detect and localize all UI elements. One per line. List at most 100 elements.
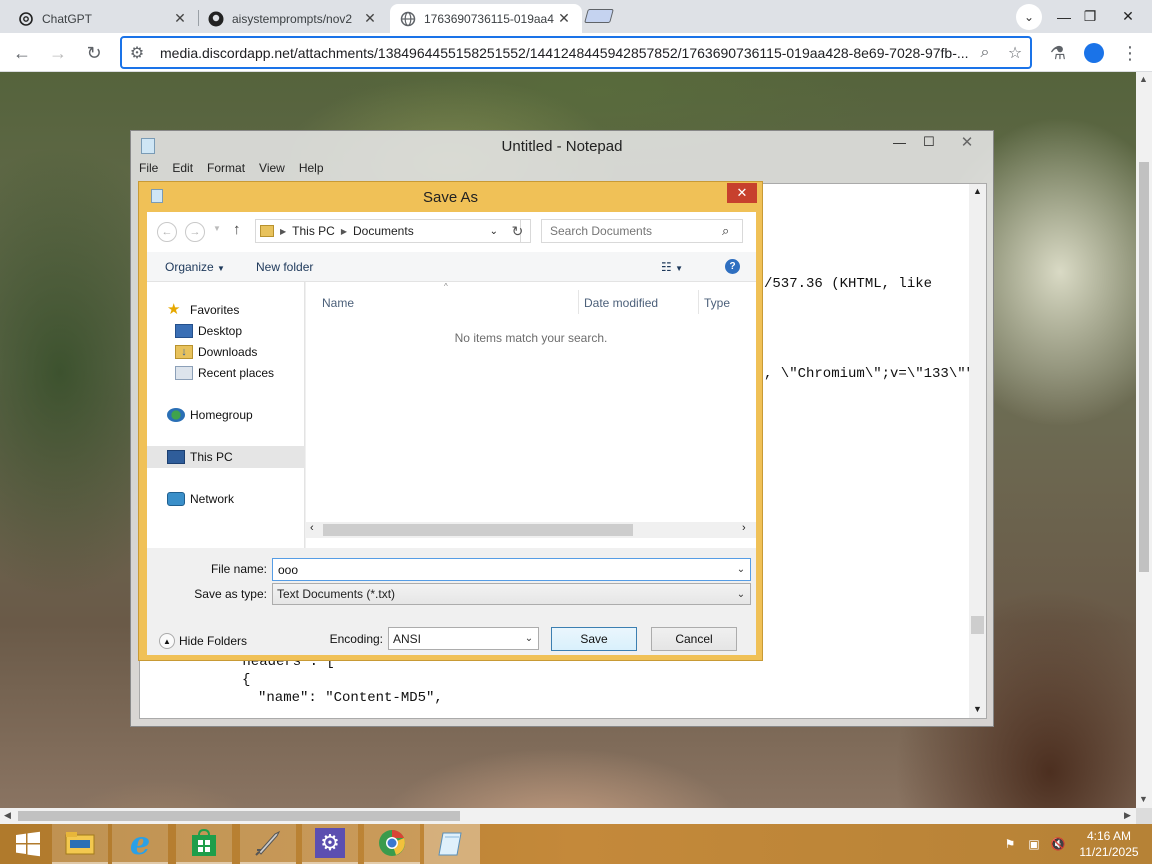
column-separator[interactable]: [578, 290, 579, 314]
column-name[interactable]: Name: [322, 296, 354, 310]
browser-tab-strip: ChatGPT ✕ aisystemprompts/nov2 ✕ 1763690…: [0, 0, 1152, 33]
minimize-button[interactable]: —: [893, 135, 906, 150]
view-options-button[interactable]: ☷ ▼: [661, 260, 683, 274]
dialog-close-button[interactable]: ✕: [727, 183, 757, 203]
search-input[interactable]: [542, 224, 722, 238]
nav-downloads[interactable]: ↓ Downloads: [175, 342, 257, 362]
hide-folders-button[interactable]: ▲ Hide Folders: [159, 633, 247, 649]
labs-button[interactable]: ⚗: [1044, 39, 1072, 67]
menu-file[interactable]: File: [139, 161, 158, 181]
nav-homegroup[interactable]: Homegroup: [167, 405, 253, 425]
refresh-button[interactable]: ↻: [505, 219, 531, 243]
scroll-left-icon[interactable]: ◀: [4, 810, 11, 821]
scrollbar-thumb[interactable]: [1139, 162, 1149, 572]
scrollbar-thumb[interactable]: [323, 524, 633, 536]
start-button[interactable]: [0, 824, 56, 864]
taskbar-notepad[interactable]: [424, 824, 480, 864]
scroll-down-icon[interactable]: ▼: [1139, 794, 1148, 804]
taskbar-internet-explorer[interactable]: e: [112, 824, 168, 864]
tab-github[interactable]: aisystemprompts/nov2 ✕: [198, 4, 388, 33]
save-as-type-value: Text Documents (*.txt): [277, 587, 396, 601]
close-window-button[interactable]: ✕: [1106, 0, 1150, 33]
url-text[interactable]: media.discordapp.net/attachments/1384964…: [160, 45, 970, 61]
nav-recent-places[interactable]: Recent places: [175, 363, 274, 383]
recent-locations-icon[interactable]: ▼: [213, 224, 221, 233]
scrollbar-thumb[interactable]: [971, 616, 984, 634]
browser-toolbar: ← → ↻ ⚙ media.discordapp.net/attachments…: [0, 33, 1152, 72]
address-bar[interactable]: ⚙ media.discordapp.net/attachments/13849…: [120, 36, 1032, 69]
scroll-right-icon[interactable]: ›: [742, 522, 746, 534]
encoding-select[interactable]: ANSI ⌄: [388, 627, 539, 650]
system-clock[interactable]: 4:16 AM 11/21/2025: [1074, 828, 1144, 860]
close-icon[interactable]: ✕: [172, 10, 188, 27]
notepad-vertical-scrollbar[interactable]: ▲ ▼: [969, 184, 986, 718]
close-icon[interactable]: ✕: [362, 10, 378, 27]
internet-explorer-icon: e: [129, 824, 151, 862]
back-button[interactable]: ←: [8, 39, 36, 67]
scroll-down-icon[interactable]: ▼: [973, 704, 982, 714]
organize-button[interactable]: Organize ▼: [165, 260, 225, 274]
flag-icon[interactable]: ⚑: [1002, 836, 1018, 852]
scroll-right-icon[interactable]: ▶: [1124, 810, 1131, 821]
search-box[interactable]: ⌕: [541, 219, 743, 243]
site-settings-icon[interactable]: ⚙: [122, 43, 152, 63]
scrollbar-thumb[interactable]: [18, 811, 460, 821]
maximize-button[interactable]: ☐: [923, 134, 935, 150]
gear-icon: ⚙: [315, 828, 345, 858]
breadcrumb[interactable]: ▶ This PC ▶ Documents ⌄: [255, 219, 521, 243]
zoom-icon[interactable]: ⌕: [970, 44, 1000, 62]
taskbar-file-explorer[interactable]: [52, 824, 108, 864]
column-date-modified[interactable]: Date modified: [584, 296, 658, 310]
bookmark-star-icon[interactable]: ☆: [1000, 43, 1030, 63]
help-button[interactable]: ?: [725, 258, 740, 274]
taskbar-chrome[interactable]: [364, 824, 420, 864]
breadcrumb-documents[interactable]: Documents: [353, 224, 414, 238]
nav-desktop[interactable]: Desktop: [175, 321, 242, 341]
file-list-horizontal-scrollbar[interactable]: ‹ ›: [306, 522, 756, 538]
page-horizontal-scrollbar[interactable]: ◀ ▶: [0, 808, 1136, 824]
reload-button[interactable]: ↻: [80, 39, 108, 67]
taskbar-settings[interactable]: ⚙: [302, 824, 358, 864]
breadcrumb-thispc[interactable]: This PC: [292, 224, 335, 238]
save-button[interactable]: Save: [551, 627, 637, 651]
chevron-down-icon[interactable]: ⌄: [490, 226, 498, 237]
nav-favorites[interactable]: ★ Favorites: [167, 300, 239, 320]
nav-this-pc[interactable]: This PC: [167, 447, 233, 467]
scroll-left-icon[interactable]: ‹: [310, 522, 314, 534]
menu-help[interactable]: Help: [299, 161, 324, 181]
menu-edit[interactable]: Edit: [172, 161, 193, 181]
network-tray-icon[interactable]: ▣: [1026, 836, 1042, 852]
page-vertical-scrollbar[interactable]: ▲ ▼: [1136, 72, 1152, 808]
back-button[interactable]: ←: [157, 222, 177, 242]
file-name-combobox[interactable]: ⌄: [272, 558, 751, 581]
new-tab-button[interactable]: [584, 9, 614, 23]
scroll-up-icon[interactable]: ▲: [1139, 74, 1148, 84]
close-icon[interactable]: ✕: [556, 10, 572, 27]
taskbar-rocket-app[interactable]: [240, 824, 296, 864]
new-folder-button[interactable]: New folder: [256, 260, 313, 274]
close-button[interactable]: ✕: [947, 132, 987, 152]
avatar-icon: [1084, 43, 1104, 63]
nav-network[interactable]: Network: [167, 489, 234, 509]
volume-muted-icon[interactable]: 🔇: [1050, 836, 1066, 852]
up-button[interactable]: ↑: [233, 221, 241, 238]
menu-button[interactable]: ⋮: [1116, 39, 1144, 67]
forward-button[interactable]: →: [44, 39, 72, 67]
scroll-up-icon[interactable]: ▲: [973, 186, 982, 196]
chevron-down-icon[interactable]: ⌄: [732, 564, 750, 575]
tab-chatgpt[interactable]: ChatGPT ✕: [8, 4, 198, 33]
forward-button[interactable]: →: [185, 222, 205, 242]
menu-view[interactable]: View: [259, 161, 285, 181]
dialog-titlebar[interactable]: Save As: [139, 182, 762, 212]
column-separator[interactable]: [698, 290, 699, 314]
save-as-type-select[interactable]: Text Documents (*.txt) ⌄: [272, 583, 751, 605]
file-name-input[interactable]: [273, 562, 732, 577]
tab-search-button[interactable]: ⌄: [1016, 4, 1042, 30]
column-type[interactable]: Type: [704, 296, 730, 310]
menu-format[interactable]: Format: [207, 161, 245, 181]
notepad-titlebar[interactable]: Untitled - Notepad — ☐ ✕: [131, 131, 993, 161]
tab-discord-attachment[interactable]: 1763690736115-019aa4 ✕: [390, 4, 582, 33]
profile-button[interactable]: [1080, 39, 1108, 67]
taskbar-store[interactable]: [176, 824, 232, 864]
cancel-button[interactable]: Cancel: [651, 627, 737, 651]
